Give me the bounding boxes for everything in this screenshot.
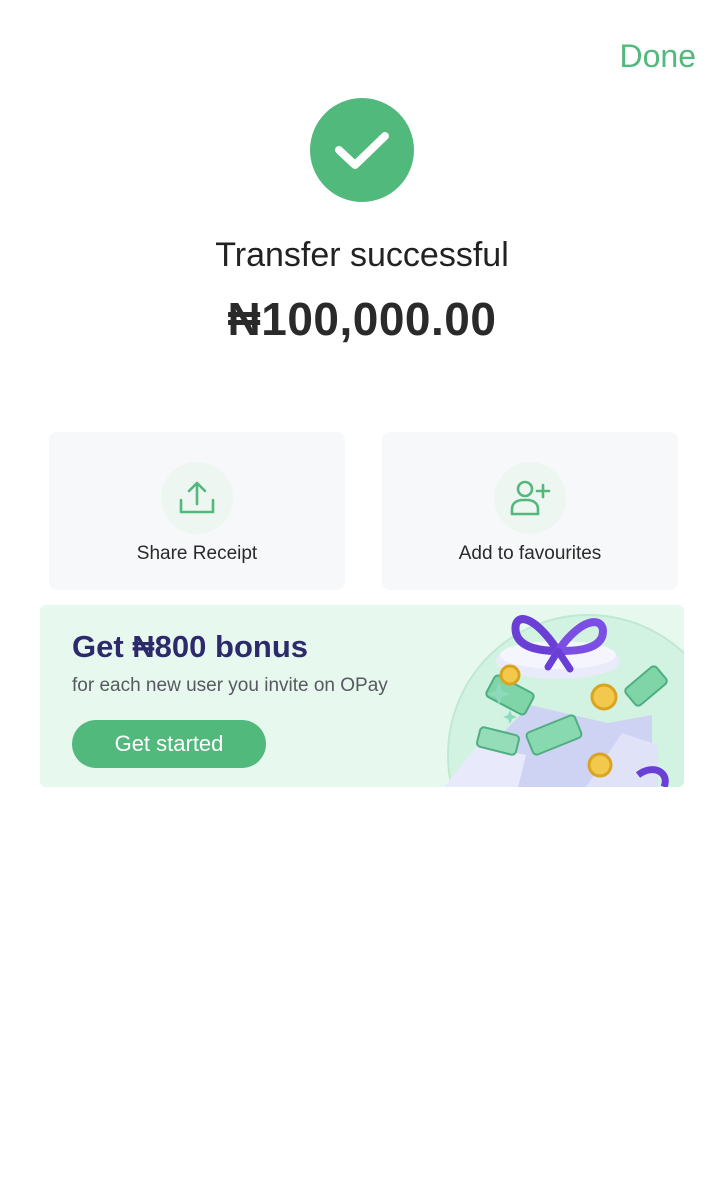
referral-promo-banner[interactable]: Get ₦800 bonus for each new user you inv… (40, 605, 684, 787)
status-title: Transfer successful (215, 236, 509, 274)
share-upload-icon (161, 462, 233, 534)
share-receipt-button[interactable]: Share Receipt (49, 432, 345, 590)
gift-box-illustration (444, 614, 684, 787)
promo-title: Get ₦800 bonus (72, 629, 308, 664)
promo-subtitle: for each new user you invite on OPay (72, 675, 388, 696)
transfer-result-screen: Done Transfer successful ₦100,000.00 Sha… (0, 0, 724, 1200)
add-to-favourites-button[interactable]: Add to favourites (382, 432, 678, 590)
done-button[interactable]: Done (620, 38, 697, 75)
add-user-icon (494, 462, 566, 534)
add-to-favourites-label: Add to favourites (458, 543, 602, 564)
transfer-amount: ₦100,000.00 (227, 293, 497, 345)
get-started-button[interactable]: Get started (72, 720, 266, 768)
checkmark-icon (310, 98, 414, 202)
share-receipt-label: Share Receipt (136, 543, 258, 564)
